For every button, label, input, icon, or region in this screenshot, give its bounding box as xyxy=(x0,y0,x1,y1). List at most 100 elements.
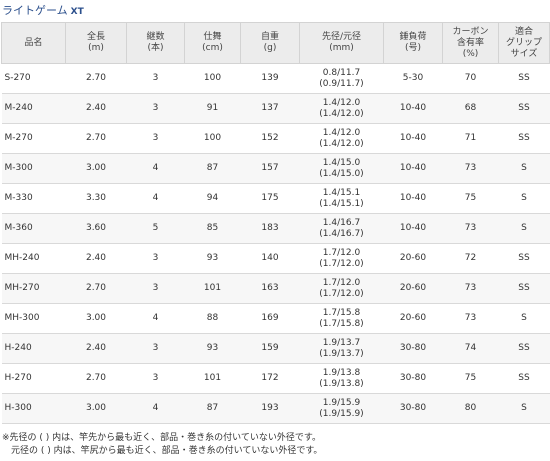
cell-sinker-rating: 20-60 xyxy=(383,303,443,334)
cell-model: MH-300 xyxy=(1,303,66,334)
cell-sections: 3 xyxy=(126,333,185,364)
cell-grip-size: S xyxy=(498,393,550,424)
cell-grip-size: S xyxy=(498,153,550,184)
cell-weight: 163 xyxy=(240,273,300,304)
cell-tip-butt-diameter: 1.4/12.0 (1.4/12.0) xyxy=(299,93,384,124)
cell-grip-size: SS xyxy=(498,93,550,124)
cell-length: 2.40 xyxy=(65,333,127,364)
cell-tip-butt-diameter: 1.7/12.0 (1.7/12.0) xyxy=(299,273,384,304)
cell-weight: 152 xyxy=(240,123,300,154)
cell-weight: 137 xyxy=(240,93,300,124)
table-row: M-270 2.70 3 100 152 1.4/12.0 (1.4/12.0) 10-40… xyxy=(1,123,550,154)
table-row: H-240 2.40 3 93 159 1.9/13.7 (1.9/13.7) 30-80 7… xyxy=(1,333,550,364)
cell-carbon-content: 72 xyxy=(442,243,499,274)
cell-length: 3.60 xyxy=(65,213,127,244)
cell-tip-butt-diameter: 1.4/15.1 (1.4/15.1) xyxy=(299,183,384,214)
cell-carbon-content: 73 xyxy=(442,213,499,244)
cell-sections: 5 xyxy=(126,213,185,244)
cell-sections: 4 xyxy=(126,153,185,184)
column-header-sinker-rating: 錘負荷 (号) xyxy=(383,22,443,64)
cell-closed-length: 94 xyxy=(184,183,241,214)
cell-grip-size: SS xyxy=(498,63,550,94)
product-title-suffix: XT xyxy=(70,7,84,17)
column-header-tip-butt-diameter: 先径/元径 (mm) xyxy=(299,22,384,64)
cell-closed-length: 88 xyxy=(184,303,241,334)
cell-model: H-300 xyxy=(1,393,66,424)
cell-length: 2.70 xyxy=(65,363,127,394)
cell-carbon-content: 73 xyxy=(442,303,499,334)
cell-model: H-270 xyxy=(1,363,66,394)
table-row: H-270 2.70 3 101 172 1.9/13.8 (1.9/13.8) 30-80… xyxy=(1,363,550,394)
cell-sections: 3 xyxy=(126,93,185,124)
cell-carbon-content: 74 xyxy=(442,333,499,364)
cell-closed-length: 101 xyxy=(184,363,241,394)
cell-closed-length: 100 xyxy=(184,123,241,154)
table-row: M-330 3.30 4 94 175 1.4/15.1 (1.4/15.1) 10-40 7… xyxy=(1,183,550,214)
cell-model: MH-240 xyxy=(1,243,66,274)
cell-sections: 3 xyxy=(126,363,185,394)
cell-tip-butt-diameter: 1.4/15.0 (1.4/15.0) xyxy=(299,153,384,184)
footnotes: ※先径の ( ) 内は、竿先から最も近く、部品・巻き糸の付いていない外径です。 … xyxy=(2,432,322,458)
cell-sections: 3 xyxy=(126,273,185,304)
cell-grip-size: S xyxy=(498,183,550,214)
cell-weight: 193 xyxy=(240,393,300,424)
cell-weight: 169 xyxy=(240,303,300,334)
table-row: H-300 3.00 4 87 193 1.9/15.9 (1.9/15.9) 30-80 8… xyxy=(1,393,550,424)
cell-length: 2.70 xyxy=(65,123,127,154)
cell-model: M-330 xyxy=(1,183,66,214)
column-header-model: 品名 xyxy=(1,22,66,64)
cell-tip-butt-diameter: 0.8/11.7 (0.9/11.7) xyxy=(299,63,384,94)
table-row: M-300 3.00 4 87 157 1.4/15.0 (1.4/15.0) 10-40 7… xyxy=(1,153,550,184)
cell-carbon-content: 73 xyxy=(442,273,499,304)
cell-sections: 3 xyxy=(126,123,185,154)
cell-closed-length: 87 xyxy=(184,393,241,424)
cell-length: 3.30 xyxy=(65,183,127,214)
cell-grip-size: S xyxy=(498,213,550,244)
column-header-sections: 継数 (本) xyxy=(126,22,185,64)
cell-model: M-360 xyxy=(1,213,66,244)
table-row: MH-300 3.00 4 88 169 1.7/15.8 (1.7/15.8) 20-60… xyxy=(1,303,550,334)
column-header-carbon-content: カーボン 含有率 (%) xyxy=(442,22,499,64)
cell-sinker-rating: 30-80 xyxy=(383,393,443,424)
cell-sinker-rating: 30-80 xyxy=(383,333,443,364)
cell-weight: 183 xyxy=(240,213,300,244)
cell-sinker-rating: 30-80 xyxy=(383,363,443,394)
cell-tip-butt-diameter: 1.7/15.8 (1.7/15.8) xyxy=(299,303,384,334)
cell-tip-butt-diameter: 1.9/13.8 (1.9/13.8) xyxy=(299,363,384,394)
cell-weight: 175 xyxy=(240,183,300,214)
cell-closed-length: 85 xyxy=(184,213,241,244)
cell-length: 2.40 xyxy=(65,93,127,124)
cell-sections: 3 xyxy=(126,243,185,274)
cell-carbon-content: 75 xyxy=(442,363,499,394)
table-body: S-270 2.70 3 100 139 0.8/11.7 (0.9/11.7) 5-30 7… xyxy=(1,63,550,424)
cell-model: H-240 xyxy=(1,333,66,364)
cell-closed-length: 101 xyxy=(184,273,241,304)
cell-sinker-rating: 10-40 xyxy=(383,183,443,214)
cell-grip-size: S xyxy=(498,303,550,334)
cell-weight: 140 xyxy=(240,243,300,274)
cell-carbon-content: 73 xyxy=(442,153,499,184)
cell-tip-butt-diameter: 1.7/12.0 (1.7/12.0) xyxy=(299,243,384,274)
table-row: MH-240 2.40 3 93 140 1.7/12.0 (1.7/12.0) 20-60… xyxy=(1,243,550,274)
cell-grip-size: SS xyxy=(498,273,550,304)
cell-sinker-rating: 5-30 xyxy=(383,63,443,94)
cell-weight: 159 xyxy=(240,333,300,364)
cell-tip-butt-diameter: 1.9/13.7 (1.9/13.7) xyxy=(299,333,384,364)
cell-closed-length: 93 xyxy=(184,243,241,274)
cell-grip-size: SS xyxy=(498,243,550,274)
cell-grip-size: SS xyxy=(498,363,550,394)
cell-length: 3.00 xyxy=(65,303,127,334)
cell-carbon-content: 80 xyxy=(442,393,499,424)
column-header-closed-length: 仕舞 (cm) xyxy=(184,22,241,64)
cell-closed-length: 93 xyxy=(184,333,241,364)
cell-closed-length: 87 xyxy=(184,153,241,184)
cell-grip-size: SS xyxy=(498,123,550,154)
column-header-length: 全長 (m) xyxy=(65,22,127,64)
cell-carbon-content: 75 xyxy=(442,183,499,214)
cell-length: 3.00 xyxy=(65,153,127,184)
table-row: MH-270 2.70 3 101 163 1.7/12.0 (1.7/12.0) 20-6… xyxy=(1,273,550,304)
cell-sinker-rating: 10-40 xyxy=(383,153,443,184)
cell-carbon-content: 68 xyxy=(442,93,499,124)
cell-tip-butt-diameter: 1.4/16.7 (1.4/16.7) xyxy=(299,213,384,244)
cell-sections: 4 xyxy=(126,183,185,214)
